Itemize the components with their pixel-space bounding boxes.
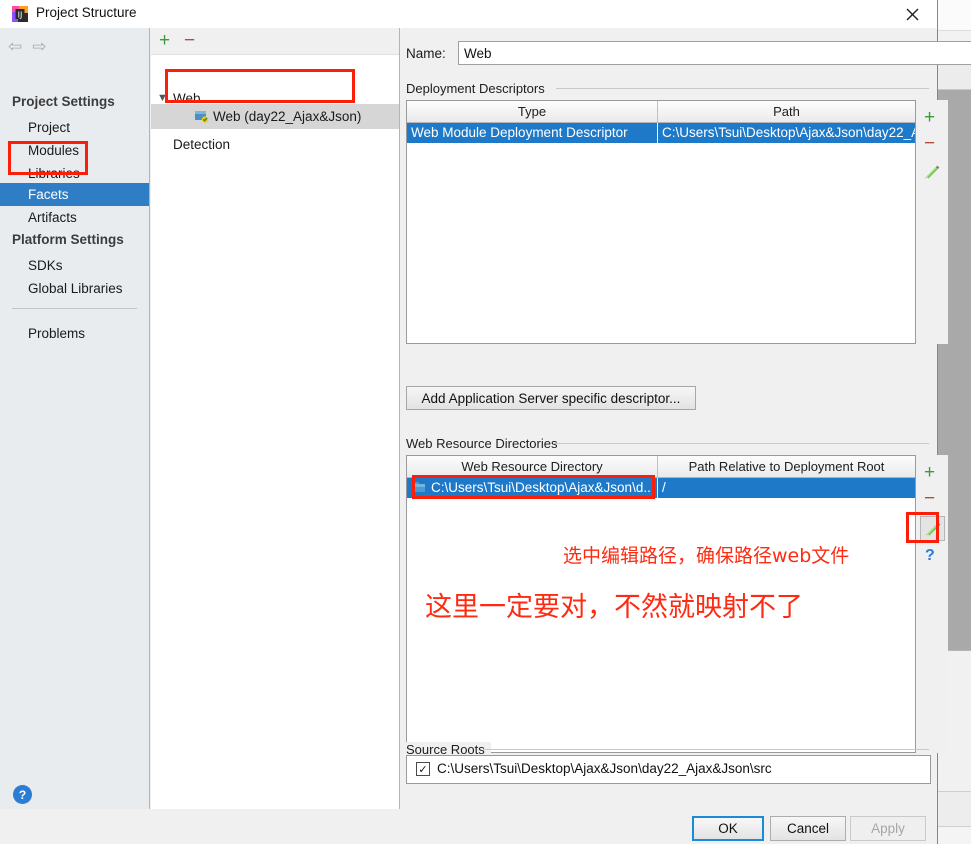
cell-directory: C:\Users\Tsui\Desktop\Ajax&Json\d... [431, 480, 655, 495]
column-header-type[interactable]: Type [407, 101, 657, 122]
dialog-footer: OK Cancel Apply [0, 809, 937, 844]
cell-separator [657, 478, 658, 498]
minus-icon[interactable]: − [184, 30, 195, 52]
sidebar-item-artifacts[interactable]: Artifacts [0, 206, 149, 229]
tree-node-label: Web (day22_Ajax&Json) [213, 109, 362, 124]
name-label: Name: [406, 46, 446, 61]
plus-icon[interactable]: + [924, 463, 935, 482]
navigation-arrows: ⇦ ⇨ [8, 38, 47, 55]
svg-text:IJ: IJ [18, 11, 23, 20]
tree-toolbar: + − [151, 28, 399, 55]
web-facet-icon [195, 111, 209, 123]
tree-node-label: Detection [173, 137, 231, 152]
tree-node-web-facet[interactable]: Web (day22_Ajax&Json) [151, 104, 399, 129]
annotation-note-1: 选中编辑路径，确保路径web文件 [563, 545, 850, 567]
name-input[interactable] [458, 41, 971, 65]
section-divider [556, 88, 929, 89]
section-divider [483, 749, 929, 750]
facets-tree-panel: + − ▼ Web Web (day22_Ajax&Json) Detectio… [151, 28, 400, 809]
sidebar-item-sdks[interactable]: SDKs [0, 254, 149, 277]
web-resource-directories-toolbar: + − ? [916, 455, 948, 753]
add-application-server-descriptor-button[interactable]: Add Application Server specific descript… [406, 386, 696, 410]
question-icon[interactable]: ? [925, 548, 935, 564]
annotation-note-2: 这里一定要对，不然就映射不了 [425, 592, 803, 623]
close-icon[interactable] [901, 4, 923, 24]
minus-icon[interactable]: − [924, 489, 935, 508]
pencil-icon[interactable] [922, 162, 941, 181]
cancel-button[interactable]: Cancel [770, 816, 846, 841]
table-header: Web Resource Directory Path Relative to … [407, 456, 915, 478]
apply-button[interactable]: Apply [850, 816, 926, 841]
add-descriptor-label: Add Application Server specific descript… [421, 390, 681, 406]
sidebar-item-modules[interactable]: Modules [0, 139, 149, 162]
deployment-descriptors-toolbar: + − [916, 100, 948, 344]
arrow-left-icon[interactable]: ⇦ [8, 38, 22, 55]
cell-relative-path: / [662, 480, 666, 495]
table-row[interactable]: C:\Users\Tsui\Desktop\Ajax&Json\d... / [407, 478, 915, 498]
sidebar-item-facets[interactable]: Facets [0, 183, 149, 206]
facet-detail-panel: Name: Deployment Descriptors Type Path W… [401, 28, 971, 809]
column-header-web-resource-directory[interactable]: Web Resource Directory [407, 456, 657, 477]
pencil-icon [925, 522, 941, 536]
help-icon[interactable]: ? [13, 785, 32, 804]
sidebar-item-project[interactable]: Project [0, 116, 149, 139]
plus-icon[interactable]: + [159, 30, 170, 52]
dialog-title: Project Structure [36, 5, 137, 20]
table-row[interactable]: Web Module Deployment Descriptor C:\User… [407, 123, 915, 143]
project-structure-dialog: IJ Project Structure ⇦ ⇨ Project Setting… [0, 0, 971, 844]
sidebar-item-libraries[interactable]: Libraries [0, 162, 149, 185]
sidebar-group-project-settings: Project Settings [12, 94, 115, 109]
deployment-descriptors-title: Deployment Descriptors [406, 81, 551, 96]
section-divider [553, 443, 929, 444]
plus-icon[interactable]: + [924, 108, 935, 127]
folder-icon [413, 482, 425, 492]
column-header-path[interactable]: Path [658, 101, 915, 122]
sidebar-divider [12, 308, 137, 309]
sidebar-group-platform-settings: Platform Settings [12, 232, 124, 247]
sidebar-item-global-libraries[interactable]: Global Libraries [0, 277, 149, 300]
edit-web-resource-button[interactable] [920, 516, 945, 541]
source-root-label: C:\Users\Tsui\Desktop\Ajax&Json\day22_Aj… [437, 761, 772, 776]
arrow-right-icon[interactable]: ⇨ [32, 38, 46, 55]
web-resource-directories-title: Web Resource Directories [406, 436, 564, 451]
cell-type: Web Module Deployment Descriptor [411, 125, 628, 140]
minus-icon[interactable]: − [924, 134, 935, 153]
source-roots-list: ✓ C:\Users\Tsui\Desktop\Ajax&Json\day22_… [406, 755, 931, 784]
ok-button[interactable]: OK [692, 816, 764, 841]
sidebar-item-problems[interactable]: Problems [0, 322, 149, 345]
deployment-descriptors-table[interactable]: Type Path Web Module Deployment Descript… [406, 100, 916, 344]
dialog-titlebar: IJ Project Structure [0, 0, 937, 29]
cell-separator [657, 123, 658, 143]
column-header-path-relative[interactable]: Path Relative to Deployment Root [658, 456, 915, 477]
cell-path: C:\Users\Tsui\Desktop\Ajax&Json\day22_A [662, 125, 915, 140]
source-root-checkbox[interactable]: ✓ [416, 762, 430, 776]
tree-node-detection[interactable]: Detection [151, 132, 399, 157]
intellij-idea-icon: IJ [12, 6, 28, 22]
settings-sidebar: ⇦ ⇨ Project Settings Platform Settings P… [0, 28, 150, 809]
table-header: Type Path [407, 101, 915, 123]
